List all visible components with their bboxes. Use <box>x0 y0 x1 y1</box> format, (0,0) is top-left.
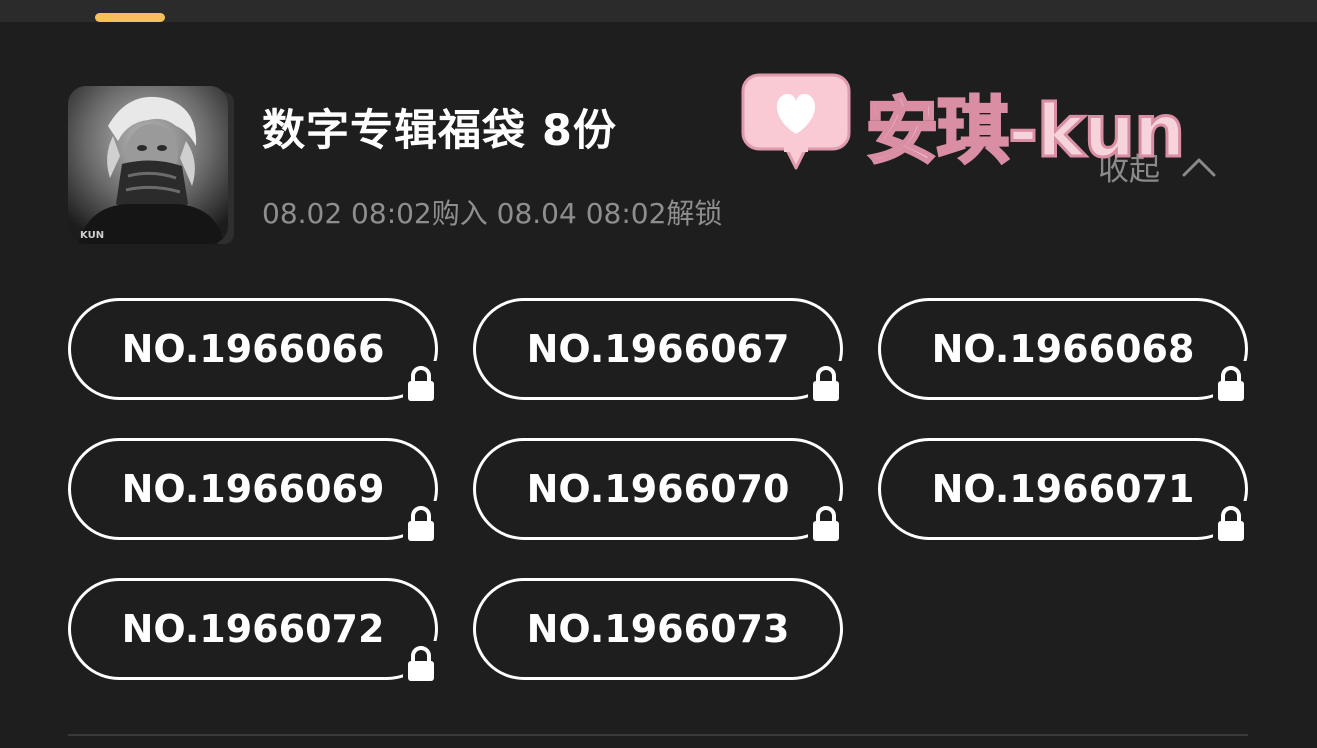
serial-number-grid: NO.1966066 NO.1966067 NO.1966068 NO.1966… <box>68 298 1249 683</box>
lock-icon <box>808 501 844 543</box>
serial-label: NO.1966070 <box>526 467 790 511</box>
serial-label: NO.1966071 <box>931 467 1195 511</box>
serial-label: NO.1966066 <box>121 327 385 371</box>
serial-item[interactable]: NO.1966066 <box>68 298 439 403</box>
serial-item[interactable]: NO.1966072 <box>68 578 439 683</box>
heart-speech-bubble-icon <box>740 72 852 176</box>
lock-icon <box>403 361 439 403</box>
serial-item[interactable]: NO.1966069 <box>68 438 439 543</box>
serial-item[interactable]: NO.1966073 <box>473 578 843 680</box>
lock-icon <box>1213 501 1249 543</box>
serial-item[interactable]: NO.1966070 <box>473 438 844 543</box>
active-tab-indicator <box>95 13 165 22</box>
svg-text:KUN: KUN <box>80 230 104 241</box>
chevron-up-icon <box>1182 157 1216 177</box>
collapse-label: 收起 <box>1098 152 1160 188</box>
serial-label: NO.1966068 <box>931 327 1195 371</box>
collapse-button[interactable]: 收起 <box>1098 144 1216 189</box>
album-cover-image: KUN <box>68 86 228 244</box>
album-cover[interactable]: KUN <box>68 86 228 244</box>
lock-icon <box>808 361 844 403</box>
lock-icon <box>403 501 439 543</box>
top-tab-bar <box>0 0 1317 22</box>
purchase-unlock-info: 08.02 08:02购入 08.04 08:02解锁 <box>262 197 723 230</box>
serial-label: NO.1966067 <box>526 327 790 371</box>
section-divider <box>68 734 1248 736</box>
serial-label: NO.1966073 <box>526 607 790 651</box>
serial-label: NO.1966072 <box>121 607 385 651</box>
lock-icon <box>1213 361 1249 403</box>
serial-item[interactable]: NO.1966071 <box>878 438 1249 543</box>
serial-label: NO.1966069 <box>121 467 385 511</box>
serial-item[interactable]: NO.1966068 <box>878 298 1249 403</box>
serial-item[interactable]: NO.1966067 <box>473 298 844 403</box>
lock-icon <box>403 641 439 683</box>
package-title: 数字专辑福袋 8份 <box>262 106 617 156</box>
digital-album-lucky-bag-page: KUN 数字专辑福袋 8份 08.02 08:02购入 08.04 08:02解… <box>0 0 1317 748</box>
